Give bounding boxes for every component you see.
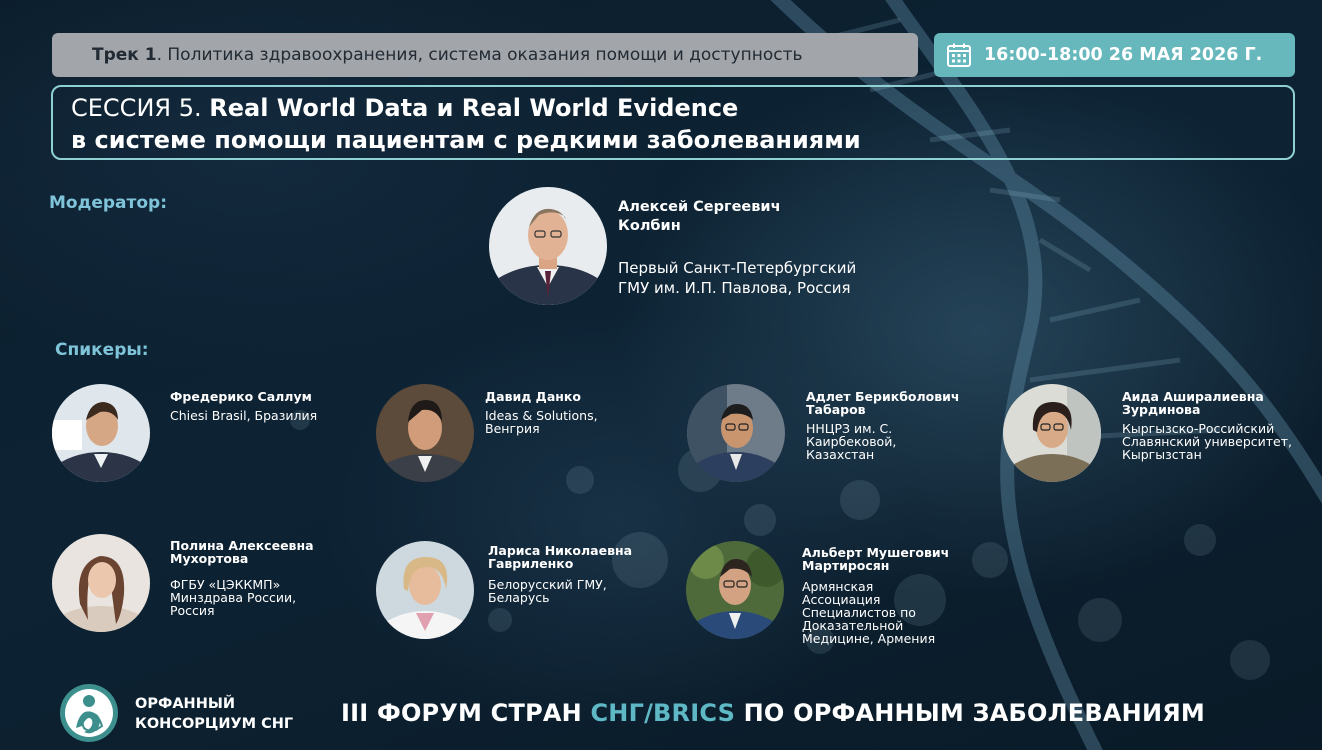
forum-slide: Трек 1. Политика здравоохранения, систем…	[0, 0, 1322, 750]
moderator-photo	[489, 187, 607, 305]
moderator-name: Алексей Сергеевич Колбин	[618, 199, 781, 234]
speaker-name: Адлет Берикболович Табаров	[806, 389, 960, 417]
forum-title-part-1: III ФОРУМ СТРАН	[341, 699, 591, 727]
speaker-photo	[52, 384, 150, 482]
moderator-org: Первый Санкт-Петербургский ГМУ им. И.П. …	[618, 259, 857, 297]
speakers-label: Спикеры:	[55, 340, 149, 360]
speaker-name: Полина Алексеевна Мухортова	[170, 538, 314, 566]
track-text: . Политика здравоохранения, система оказ…	[156, 45, 803, 65]
session-title-box: СЕССИЯ 5. Real World Data и Real World E…	[51, 85, 1295, 160]
forum-title: III ФОРУМ СТРАН СНГ/BRICS ПО ОРФАННЫМ ЗА…	[341, 699, 1205, 727]
speaker-org: Chiesi Brasil, Бразилия	[170, 408, 318, 423]
speaker-name: Давид Данко	[485, 389, 581, 404]
track-label: Трек 1	[92, 45, 157, 65]
speaker-org: Кыргызско-Российский Славянский универси…	[1122, 421, 1292, 462]
speaker-org: Армянская Ассоциация Специалистов по Док…	[802, 579, 936, 646]
speaker-photo	[52, 534, 150, 632]
speaker-org: Ideas & Solutions, Венгрия	[485, 408, 598, 436]
session-number: СЕССИЯ 5.	[71, 94, 210, 122]
date-time-text: 16:00-18:00 26 МАЯ 2026 Г.	[984, 45, 1263, 65]
calendar-icon	[947, 43, 971, 67]
session-title-part-1: Real World Data и Real World Evidence	[209, 94, 739, 122]
speaker-name: Аида Аширалиевна Зурдинова	[1122, 389, 1264, 417]
speaker-org: Белорусский ГМУ, Беларусь	[488, 577, 607, 605]
speaker-photo	[376, 384, 474, 482]
speaker-org: ННЦРЗ им. С. Каирбековой, Казахстан	[806, 421, 897, 462]
speaker-photo	[1003, 384, 1101, 482]
speaker-name: Альберт Мушегович Мартиросян	[802, 545, 950, 573]
track-bar: Трек 1. Политика здравоохранения, систем…	[52, 33, 918, 77]
forum-title-accent: СНГ/BRICS	[590, 699, 736, 727]
orphan-consortium-logo	[60, 684, 118, 742]
org-name: ОРФАННЫЙ КОНСОРЦИУМ СНГ	[135, 696, 294, 732]
speaker-name: Фредерико Саллум	[170, 389, 312, 404]
date-bar: 16:00-18:00 26 МАЯ 2026 Г.	[934, 33, 1295, 77]
speaker-photo	[376, 541, 474, 639]
speaker-photo	[687, 384, 785, 482]
moderator-label: Модератор:	[49, 193, 167, 213]
speaker-name: Лариса Николаевна Гавриленко	[488, 543, 633, 571]
forum-title-part-2: ПО ОРФАННЫМ ЗАБОЛЕВАНИЯМ	[735, 699, 1205, 727]
session-title-part-2: в системе помощи пациентам с редкими заб…	[71, 126, 861, 154]
session-title-line-1: СЕССИЯ 5. Real World Data и Real World E…	[71, 92, 1293, 124]
speaker-org: ФГБУ «ЦЭККМП» Минздрава России, Россия	[170, 577, 297, 618]
speaker-photo	[686, 541, 784, 639]
